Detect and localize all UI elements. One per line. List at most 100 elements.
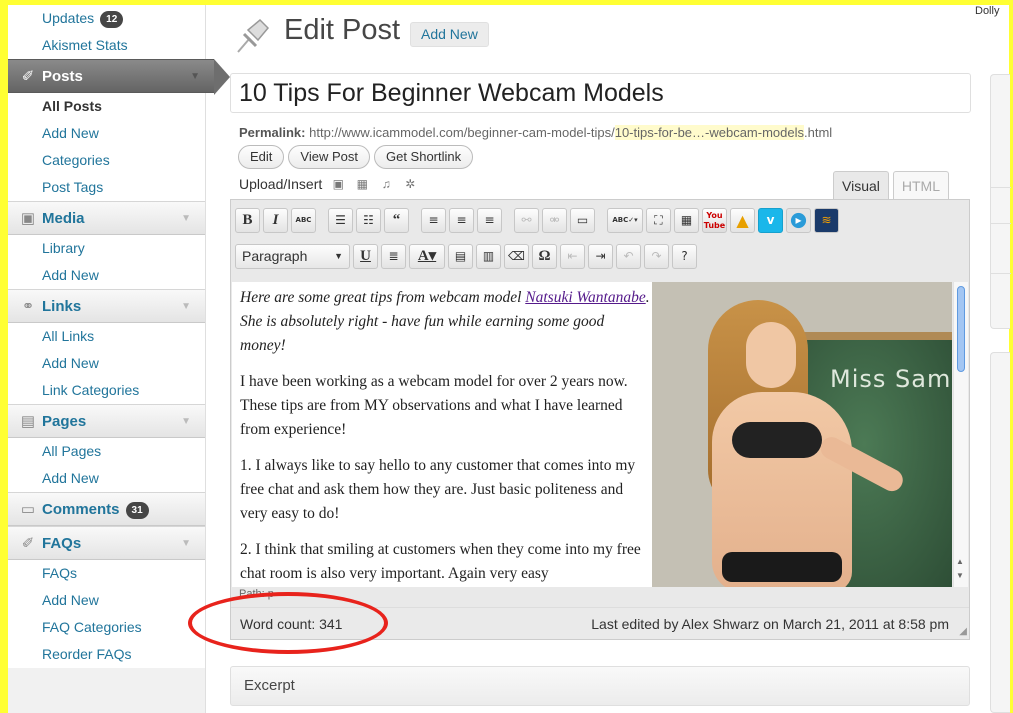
sidebar-item-all-posts[interactable]: All Posts: [8, 93, 205, 120]
special-character-icon[interactable]: Ω: [532, 243, 557, 269]
resize-handle-icon[interactable]: ◢: [959, 626, 967, 637]
help-icon[interactable]: ?: [672, 243, 697, 269]
blockquote-icon[interactable]: “: [384, 207, 409, 233]
editor-scrollbar[interactable]: ▲ ▼: [953, 282, 968, 587]
sidebar-menu-links[interactable]: ⚭ Links ▼: [8, 289, 205, 323]
sidebar-item-link-categories[interactable]: Link Categories: [8, 377, 205, 404]
scroll-down-arrow-icon[interactable]: ▼: [956, 571, 964, 580]
sidebar-item-reorder-faqs[interactable]: Reorder FAQs: [8, 641, 205, 668]
paste-word-icon[interactable]: ▥: [476, 243, 501, 269]
italic-button[interactable]: I: [263, 207, 288, 233]
view-post-button[interactable]: View Post: [288, 145, 370, 169]
tab-html[interactable]: HTML: [892, 171, 950, 199]
editor-content[interactable]: Here are some great tips from webcam mod…: [232, 282, 952, 587]
upload-insert-row: Upload/Insert ▣ ▦ ♫ ✲: [239, 176, 418, 192]
align-right-icon[interactable]: ≡: [477, 207, 502, 233]
add-video-icon[interactable]: ▦: [354, 177, 370, 191]
sidebar-item-categories[interactable]: Categories: [8, 147, 205, 174]
insert-link-icon[interactable]: ⚯: [514, 207, 539, 233]
format-select[interactable]: Paragraph ▼: [235, 243, 350, 269]
spellcheck-icon[interactable]: ABC✓▾: [607, 207, 643, 233]
permalink-slug[interactable]: 10-tips-for-be…-webcam-models: [614, 125, 804, 140]
sidebar-item-add-new-page[interactable]: Add New: [8, 465, 205, 492]
sidebar-item-faqs[interactable]: FAQs: [8, 560, 205, 587]
sidebar-menu-posts[interactable]: ✐ Posts ▼: [8, 59, 230, 95]
sidebar-item-add-new-link[interactable]: Add New: [8, 350, 205, 377]
sidebar-item-akismet-stats[interactable]: Akismet Stats: [8, 32, 205, 59]
sidebar-item-faq-categories[interactable]: FAQ Categories: [8, 614, 205, 641]
chevron-down-icon: ▼: [334, 250, 343, 261]
pin-icon: ✐: [21, 68, 35, 85]
bullet-list-icon[interactable]: ☰: [328, 207, 353, 233]
get-shortlink-button[interactable]: Get Shortlink: [373, 145, 474, 169]
underline-button[interactable]: U: [353, 243, 378, 269]
add-media-icon[interactable]: ✲: [402, 177, 418, 191]
strikethrough-button[interactable]: ABC: [291, 207, 316, 233]
excerpt-box[interactable]: Excerpt: [230, 666, 970, 706]
updates-count-badge: 12: [100, 11, 124, 28]
youtube-icon[interactable]: You Tube: [702, 207, 727, 233]
insert-more-icon[interactable]: ▭: [570, 207, 595, 233]
sidebar-menu-comments[interactable]: ▭ Comments 31: [8, 492, 205, 526]
align-left-icon[interactable]: ≡: [421, 207, 446, 233]
sidebar-item-updates[interactable]: Updates 12: [8, 5, 205, 32]
add-audio-icon[interactable]: ♫: [378, 177, 394, 191]
sidebar-item-library[interactable]: Library: [8, 235, 205, 262]
chevron-down-icon: ▼: [181, 538, 191, 549]
sidebar-menu-pages[interactable]: ▤ Pages ▼: [8, 404, 205, 438]
unlink-icon[interactable]: ⚮: [542, 207, 567, 233]
edit-permalink-button[interactable]: Edit: [238, 145, 285, 169]
page-title: Edit Post: [284, 14, 401, 46]
sidebar-item-all-links[interactable]: All Links: [8, 323, 205, 350]
permalink-buttons: Edit View Post Get Shortlink: [238, 145, 474, 169]
comments-count-badge: 31: [125, 502, 149, 519]
faq-pin-icon: ✐: [21, 535, 35, 552]
sidebar-menu-media[interactable]: ▣ Media ▼: [8, 201, 205, 235]
vimeo-icon[interactable]: v: [758, 207, 783, 233]
permalink-label: Permalink:: [239, 125, 306, 140]
post-title-input[interactable]: 10 Tips For Beginner Webcam Models: [230, 73, 971, 113]
sidebar-item-post-tags[interactable]: Post Tags: [8, 174, 205, 201]
add-image-icon[interactable]: ▣: [330, 177, 346, 191]
sidebar-menu-label: Media: [42, 210, 85, 227]
redo-icon[interactable]: ↷: [644, 243, 669, 269]
editor-text-column: Here are some great tips from webcam mod…: [240, 286, 650, 587]
paragraph-2: 1. I always like to say hello to any cus…: [240, 457, 636, 522]
align-center-icon[interactable]: ≡: [449, 207, 474, 233]
sidebar-item-add-new-faq[interactable]: Add New: [8, 587, 205, 614]
cone-icon[interactable]: ▲: [730, 207, 755, 233]
numbered-list-icon[interactable]: ☷: [356, 207, 381, 233]
scrollbar-thumb[interactable]: [957, 286, 965, 372]
outdent-icon[interactable]: ⇤: [560, 243, 585, 269]
sidebar-links-submenu: All Links Add New Link Categories: [8, 323, 205, 404]
indent-icon[interactable]: ⇥: [588, 243, 613, 269]
fullscreen-icon[interactable]: ⛶: [646, 207, 671, 233]
eraser-icon[interactable]: ⌫: [504, 243, 529, 269]
sidebar-item-add-new-post[interactable]: Add New: [8, 120, 205, 147]
add-new-post-button[interactable]: Add New: [410, 22, 489, 47]
permalink-base: http://www.icammodel.com/beginner-cam-mo…: [309, 125, 615, 140]
undo-icon[interactable]: ↶: [616, 243, 641, 269]
sidebar-menu-label: Comments: [42, 501, 120, 518]
sidebar-item-all-pages[interactable]: All Pages: [8, 438, 205, 465]
sidebar-media-submenu: Library Add New: [8, 235, 205, 289]
tab-visual[interactable]: Visual: [833, 171, 889, 199]
paste-text-icon[interactable]: ▤: [448, 243, 473, 269]
sidebar-menu-faqs[interactable]: ✐ FAQs ▼: [8, 526, 205, 560]
chevron-down-icon: ▼: [190, 71, 200, 82]
bold-button[interactable]: B: [235, 207, 260, 233]
text-color-button[interactable]: A▾: [409, 243, 445, 269]
wifi-icon[interactable]: ≋: [814, 207, 839, 233]
upload-insert-label: Upload/Insert: [239, 176, 323, 192]
justify-icon[interactable]: ≣: [381, 243, 406, 269]
editor-tabs: Visual HTML: [829, 171, 950, 199]
play-icon[interactable]: ▸: [786, 207, 811, 233]
kitchen-sink-icon[interactable]: ▦: [674, 207, 699, 233]
sidebar-menu-label: Pages: [42, 413, 87, 430]
natsuki-link[interactable]: Natsuki Wantanabe: [525, 289, 645, 306]
post-image[interactable]: Miss Sam: [652, 282, 952, 587]
sidebar-item-add-new-media[interactable]: Add New: [8, 262, 205, 289]
pages-icon: ▤: [20, 413, 36, 430]
links-icon: ⚭: [21, 298, 35, 315]
scroll-up-arrow-icon[interactable]: ▲: [956, 557, 964, 566]
